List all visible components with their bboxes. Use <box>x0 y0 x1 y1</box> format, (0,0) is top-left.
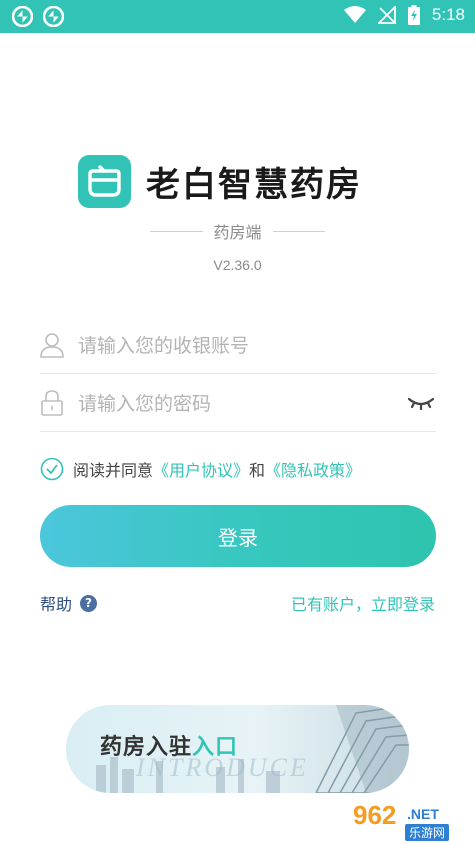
user-icon <box>40 333 64 358</box>
agree-checkbox-icon[interactable] <box>40 457 64 481</box>
no-signal-icon <box>377 6 396 24</box>
privacy-policy-link[interactable]: 《隐私政策》 <box>265 457 361 481</box>
have-account-link[interactable]: 已有账户，立即登录 <box>291 591 435 615</box>
app-name: 老白智慧药房 <box>146 165 362 205</box>
app-subtitle: 药房端 <box>213 223 262 242</box>
banner-title-accent: 入口 <box>192 735 239 760</box>
divider <box>272 230 326 232</box>
sync-notification-icon <box>12 6 33 27</box>
account-field <box>40 318 436 374</box>
site-watermark: 962 .NET 乐游网 <box>339 800 469 842</box>
password-input[interactable] <box>78 386 398 422</box>
app-header: 老白智慧药房 <box>78 155 362 208</box>
watermark-site: 乐游网 <box>405 824 450 841</box>
help-link[interactable]: 帮助 ? <box>40 591 98 615</box>
agreement-row: 阅读并同意 《用户协议》 和 《隐私政策》 <box>40 457 361 481</box>
account-input[interactable] <box>78 328 398 364</box>
help-icon: ? <box>80 594 98 612</box>
app-version: V2.36.0 <box>213 257 262 273</box>
app-logo <box>78 155 131 208</box>
pharmacy-logo-icon <box>88 165 121 197</box>
agree-conjunction: 和 <box>249 461 266 480</box>
battery-charging-icon <box>407 5 420 25</box>
status-bar: 5:18 <box>0 0 475 33</box>
pharmacy-join-banner[interactable]: INTRODUCE 药房入驻入口 <box>66 705 409 793</box>
login-button[interactable]: 登录 <box>40 505 436 567</box>
user-agreement-link[interactable]: 《用户协议》 <box>153 457 249 481</box>
sync-notification-icon <box>43 6 64 27</box>
agree-prefix: 阅读并同意 <box>73 461 154 480</box>
banner-title: 药房入驻入口 <box>100 729 238 761</box>
watermark-domain: .NET <box>407 806 439 822</box>
wifi-icon <box>343 6 366 23</box>
banner-title-main: 药房入驻 <box>100 735 193 760</box>
lock-icon <box>41 390 63 416</box>
subtitle-row: 药房端 <box>150 219 326 243</box>
eye-closed-icon[interactable] <box>408 394 434 412</box>
help-label: 帮助 <box>40 595 73 614</box>
watermark-number: 962 <box>353 800 397 830</box>
password-field <box>40 376 436 432</box>
divider <box>150 230 203 232</box>
status-time: 5:18 <box>431 5 465 24</box>
